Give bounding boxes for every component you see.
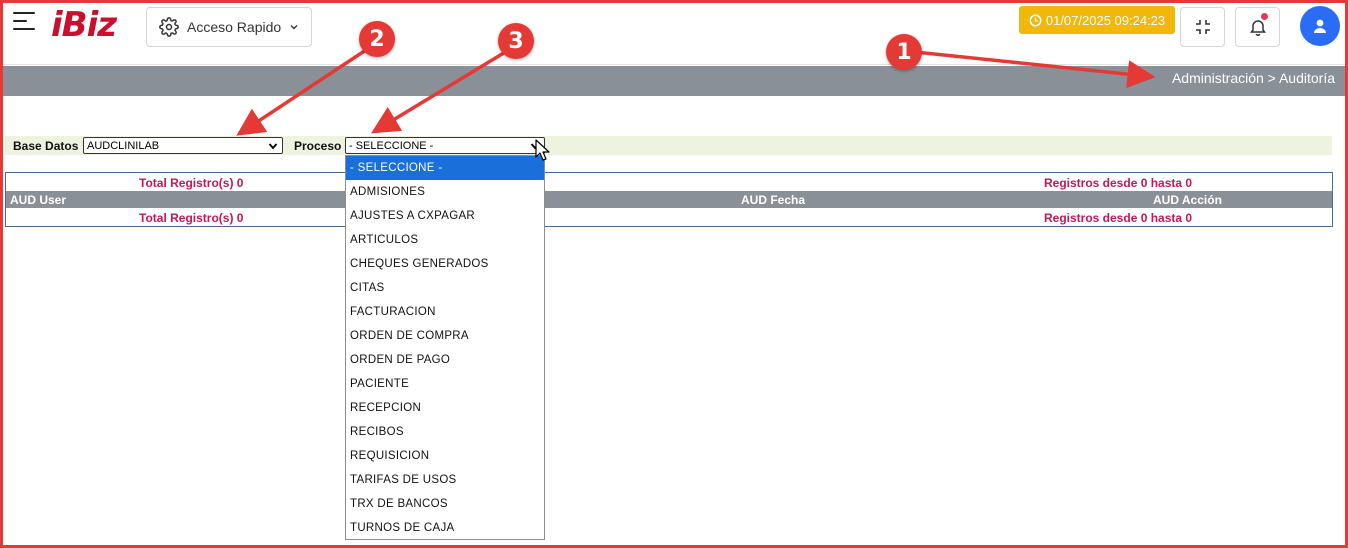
notification-dot — [1261, 13, 1268, 20]
app-logo[interactable]: iBiz — [51, 5, 117, 45]
records-range-top: Registros desde 0 hasta 0 — [1044, 176, 1193, 190]
annotation-badge-3: 3 — [498, 23, 534, 59]
total-records-bottom: Total Registro(s) 0 — [139, 211, 244, 225]
quick-access-label: Acceso Rapido — [187, 19, 282, 35]
records-range-bottom: Registros desde 0 hasta 0 — [1044, 211, 1193, 225]
base-datos-select[interactable]: AUDCLINILAB — [83, 137, 283, 154]
list-item[interactable]: ORDEN DE COMPRA — [346, 324, 544, 348]
list-item[interactable]: ARTICULOS — [346, 228, 544, 252]
proceso-value: - SELECCIONE - — [349, 139, 434, 152]
top-bar: iBiz Acceso Rapido 01/07/2025 09:24:23 — [3, 3, 1345, 65]
user-avatar[interactable] — [1300, 6, 1340, 46]
breadcrumb: Administración > Auditoría — [1171, 70, 1335, 86]
user-icon — [1314, 19, 1326, 33]
audit-table: Total Registro(s) 0 Registros desde 0 ha… — [5, 172, 1333, 227]
proceso-select[interactable]: - SELECCIONE - — [345, 137, 545, 154]
list-item[interactable]: AJUSTES A CXPAGAR — [346, 204, 544, 228]
col-aud-fecha[interactable]: AUD Fecha — [741, 193, 805, 207]
table-summary-bottom: Total Registro(s) 0 Registros desde 0 ha… — [6, 209, 1332, 226]
base-datos-value: AUDCLINILAB — [87, 139, 160, 152]
total-records-top: Total Registro(s) 0 — [139, 176, 244, 190]
gear-icon — [159, 17, 179, 37]
list-item[interactable]: TURNOS DE CAJA — [346, 516, 544, 539]
list-item[interactable]: PACIENTE — [346, 372, 544, 396]
col-aud-accion[interactable]: AUD Acción — [1153, 193, 1222, 207]
breadcrumb-bar: Administración > Auditoría — [3, 66, 1345, 96]
proceso-dropdown-list: - SELECCIONE - ADMISIONES AJUSTES A CXPA… — [345, 155, 545, 540]
list-item[interactable]: RECEPCION — [346, 396, 544, 420]
compress-icon — [1195, 20, 1210, 34]
table-header-row: AUD User AUD Fecha AUD Acción — [6, 191, 1332, 208]
list-item[interactable]: CITAS — [346, 276, 544, 300]
chevron-down-icon — [268, 143, 278, 150]
base-datos-label: Base Datos — [13, 139, 79, 153]
proceso-label: Proceso — [294, 139, 342, 153]
datetime-text: 01/07/2025 09:24:23 — [1045, 12, 1166, 28]
col-aud-user[interactable]: AUD User — [10, 193, 66, 207]
list-item[interactable]: - SELECCIONE - — [346, 156, 544, 180]
menu-toggle-icon[interactable] — [13, 12, 37, 32]
chevron-down-icon — [290, 25, 298, 30]
list-item[interactable]: FACTURACION — [346, 300, 544, 324]
list-item[interactable]: TRX DE BANCOS — [346, 492, 544, 516]
list-item[interactable]: REQUISICION — [346, 444, 544, 468]
list-item[interactable]: ADMISIONES — [346, 180, 544, 204]
quick-access-button[interactable]: Acceso Rapido — [146, 7, 312, 47]
table-summary-top: Total Registro(s) 0 Registros desde 0 ha… — [6, 174, 1332, 191]
list-item[interactable]: CHEQUES GENERADOS — [346, 252, 544, 276]
clock-icon — [1029, 14, 1042, 26]
notifications-button[interactable] — [1235, 7, 1280, 47]
bell-icon — [1249, 20, 1266, 36]
list-item[interactable]: TARIFAS DE USOS — [346, 468, 544, 492]
list-item[interactable]: ORDEN DE PAGO — [346, 348, 544, 372]
collapse-screen-button[interactable] — [1180, 7, 1225, 47]
list-item[interactable]: RECIBOS — [346, 420, 544, 444]
annotation-badge-1: 1 — [886, 34, 922, 70]
datetime-badge: 01/07/2025 09:24:23 — [1019, 6, 1175, 34]
mouse-cursor-icon — [535, 139, 550, 161]
annotation-badge-2: 2 — [359, 21, 395, 57]
